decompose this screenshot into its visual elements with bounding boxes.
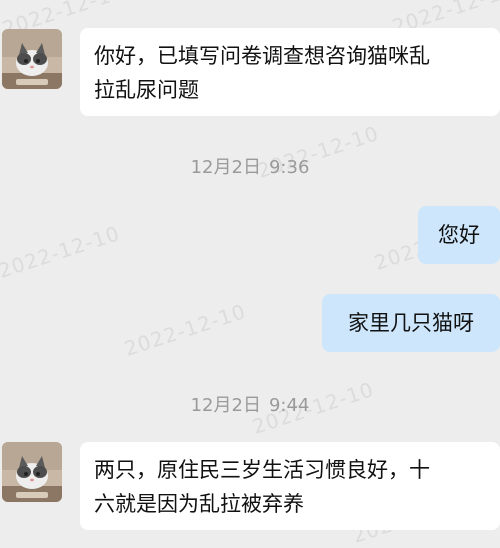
- message-text: 家里几只猫呀: [348, 311, 474, 335]
- cat-avatar-icon: [2, 442, 62, 502]
- timestamp-date: 12月2日: [190, 157, 261, 178]
- message-text-line: 拉乱尿问题: [94, 78, 199, 102]
- cat-avatar-icon: [2, 29, 62, 89]
- message-bubble-agent[interactable]: 家里几只猫呀: [322, 294, 500, 352]
- message-bubble-customer[interactable]: 两只，原住民三岁生活习惯良好，十 六就是因为乱拉被弃养: [80, 442, 500, 530]
- message-bubble-customer[interactable]: 你好，已填写问卷调查想咨询猫咪乱 拉乱尿问题: [80, 28, 500, 116]
- message-text: 您好: [438, 223, 480, 247]
- customer-avatar[interactable]: [2, 29, 62, 89]
- timestamp-date: 12月2日: [190, 395, 261, 416]
- message-timestamp: 12月2日 9:36: [0, 153, 500, 179]
- message-text-line: 两只，原住民三岁生活习惯良好，十: [94, 458, 430, 482]
- chat-window: 2022-12-10 2022-12-10 2022-12-10 2022-12…: [0, 0, 500, 548]
- watermark: 2022-12-10: [0, 221, 123, 283]
- watermark: 2022-12-10: [121, 299, 249, 361]
- timestamp-time: 9:36: [268, 157, 310, 178]
- timestamp-time: 9:44: [268, 395, 310, 416]
- message-timestamp: 12月2日 9:44: [0, 391, 500, 417]
- message-text-line: 六就是因为乱拉被弃养: [94, 492, 304, 516]
- message-bubble-agent[interactable]: 您好: [418, 206, 500, 264]
- message-text-line: 你好，已填写问卷调查想咨询猫咪乱: [94, 44, 430, 68]
- customer-avatar[interactable]: [2, 442, 62, 502]
